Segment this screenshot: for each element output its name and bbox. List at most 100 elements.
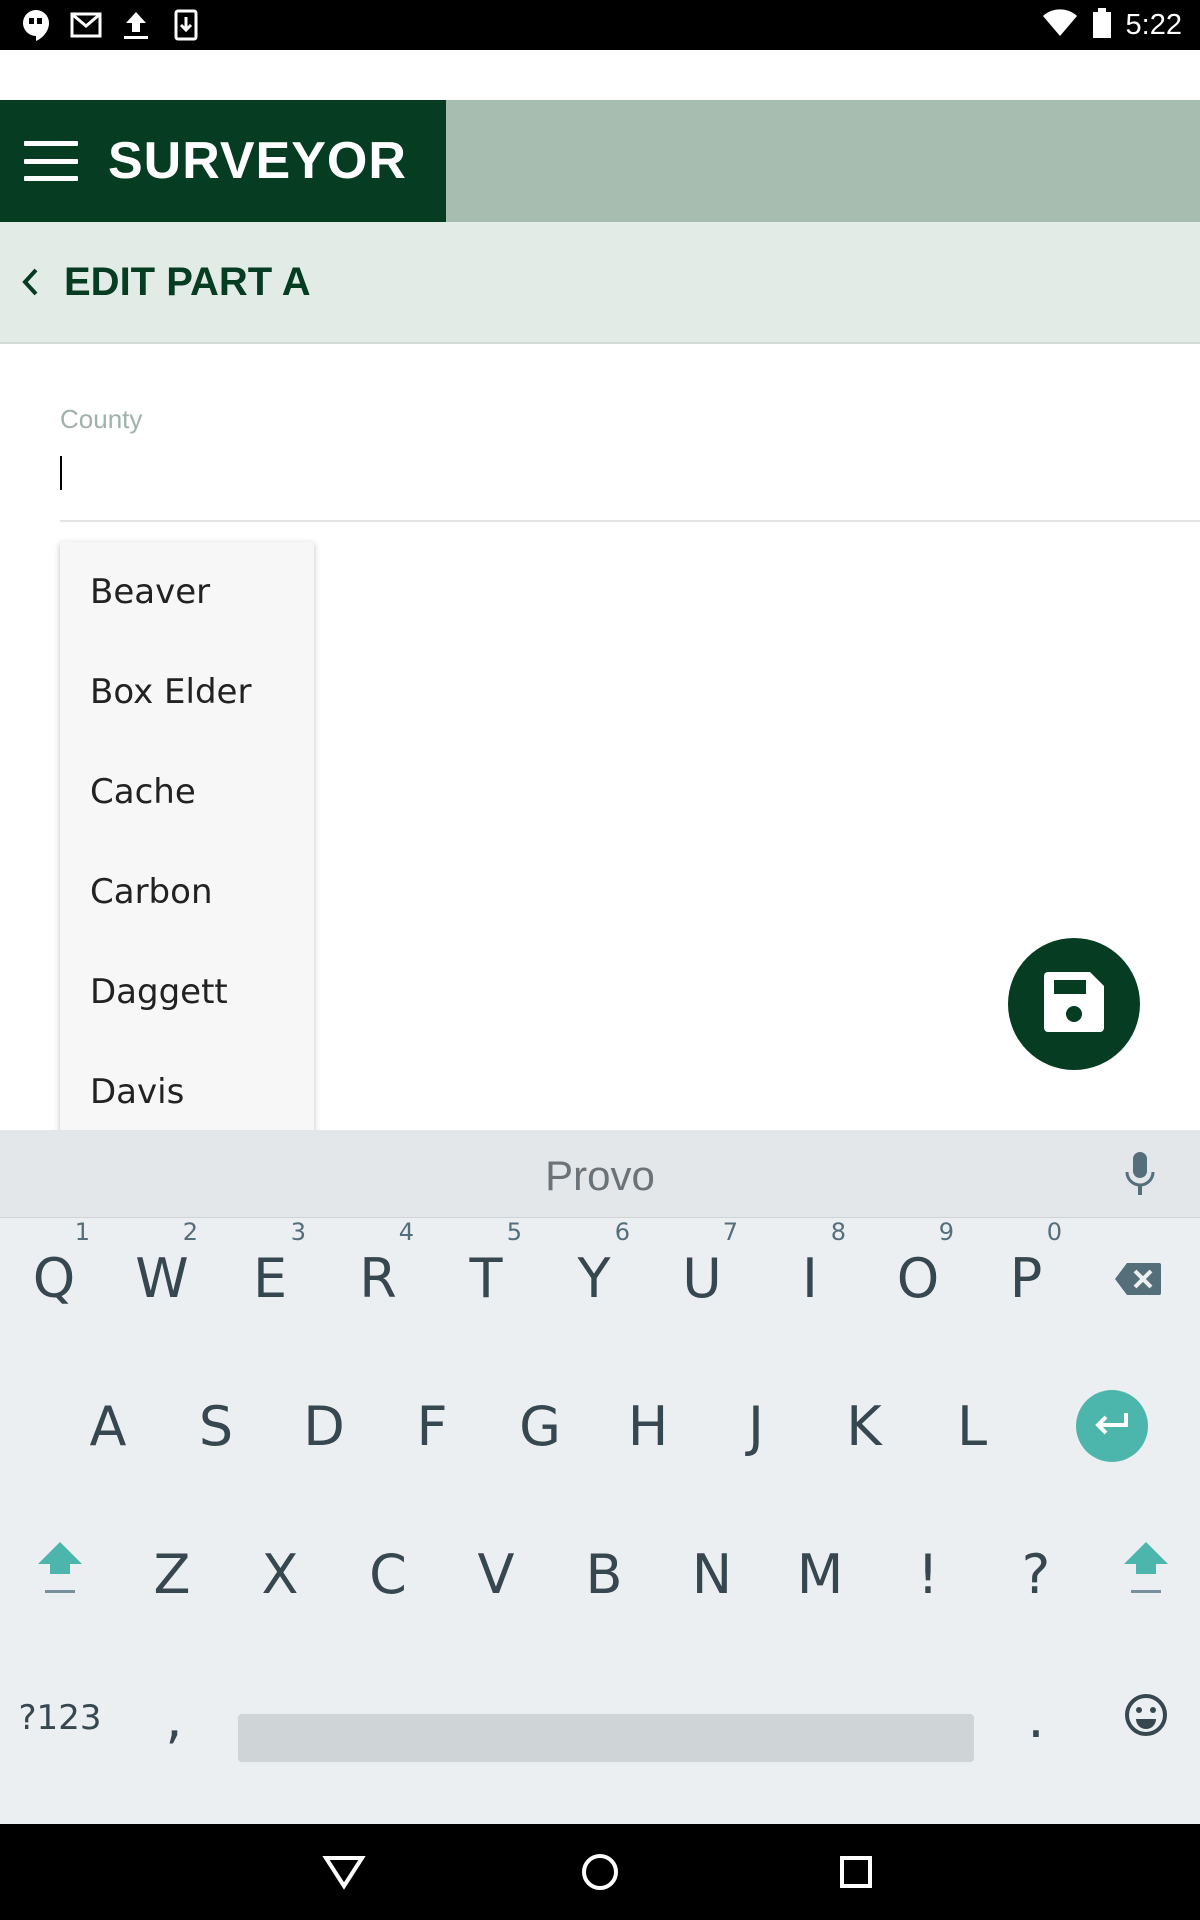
key-y[interactable]: Y6 <box>540 1218 648 1338</box>
key-a[interactable]: A <box>54 1366 162 1486</box>
enter-key[interactable] <box>1076 1390 1148 1462</box>
key-m[interactable]: M <box>766 1514 874 1634</box>
key-exclamation[interactable]: ! <box>874 1514 982 1634</box>
key-g[interactable]: G <box>486 1366 594 1486</box>
back-triangle-icon[interactable] <box>320 1848 368 1896</box>
key-s[interactable]: S <box>162 1366 270 1486</box>
upload-icon <box>118 8 154 42</box>
microphone-icon[interactable] <box>1120 1150 1160 1198</box>
key-i[interactable]: I8 <box>756 1218 864 1338</box>
county-input[interactable] <box>60 442 1200 522</box>
key-f[interactable]: F <box>378 1366 486 1486</box>
key-c[interactable]: C <box>334 1514 442 1634</box>
app-title: SURVEYOR <box>108 132 407 190</box>
key-p[interactable]: P0 <box>972 1218 1080 1338</box>
suggestion-bar: Provo <box>0 1130 1200 1218</box>
key-label: O <box>896 1246 940 1310</box>
home-circle-icon[interactable] <box>576 1848 624 1896</box>
status-bar: 5:22 <box>0 0 1200 50</box>
app-bar-brand: SURVEYOR <box>0 100 446 222</box>
key-r[interactable]: R4 <box>324 1218 432 1338</box>
key-label: U <box>682 1246 722 1310</box>
shift-key-left[interactable] <box>6 1514 114 1634</box>
key-label: I <box>802 1246 818 1310</box>
text-cursor <box>60 456 62 490</box>
key-hint: 2 <box>182 1218 198 1246</box>
key-label: W <box>135 1246 189 1310</box>
shift-key-right[interactable] <box>1092 1514 1200 1634</box>
key-question[interactable]: ? <box>982 1514 1090 1634</box>
dropdown-option[interactable]: Box Elder <box>60 642 314 742</box>
wifi-icon <box>1042 9 1078 42</box>
dropdown-option[interactable]: Beaver <box>60 542 314 642</box>
recents-square-icon[interactable] <box>832 1848 880 1896</box>
dropdown-option[interactable]: Daggett <box>60 942 314 1042</box>
key-hint: 1 <box>74 1218 90 1246</box>
key-hint: 4 <box>398 1218 414 1246</box>
key-hint: 3 <box>290 1218 306 1246</box>
battery-icon <box>1092 8 1112 43</box>
key-label: T <box>469 1246 503 1310</box>
key-label: P <box>1009 1246 1043 1310</box>
app-bar: SURVEYOR <box>0 100 1200 222</box>
key-hint: 5 <box>506 1218 522 1246</box>
key-label: Y <box>577 1246 611 1310</box>
page-header: EDIT PART A <box>0 222 1200 344</box>
backspace-key[interactable] <box>1084 1218 1192 1338</box>
dropdown-option[interactable]: Carbon <box>60 842 314 942</box>
emoji-key[interactable] <box>1092 1658 1200 1778</box>
key-n[interactable]: N <box>658 1514 766 1634</box>
key-label: Q <box>32 1246 76 1310</box>
key-hint: 9 <box>938 1218 954 1246</box>
suggestion-word[interactable]: Provo <box>0 1152 1200 1200</box>
space-key[interactable] <box>238 1714 974 1762</box>
hangouts-icon <box>18 8 54 42</box>
key-z[interactable]: Z <box>118 1514 226 1634</box>
keyboard-row-2: A S D F G H J K L <box>0 1366 1200 1506</box>
period-key[interactable]: . <box>982 1658 1090 1778</box>
key-o[interactable]: O9 <box>864 1218 972 1338</box>
key-w[interactable]: W2 <box>108 1218 216 1338</box>
save-button[interactable] <box>1008 938 1140 1070</box>
shift-icon <box>35 1538 85 1611</box>
page-title: EDIT PART A <box>64 259 311 304</box>
save-icon <box>1042 970 1106 1039</box>
spacer <box>0 50 1200 100</box>
key-j[interactable]: J <box>702 1366 810 1486</box>
key-label: R <box>359 1246 397 1310</box>
system-icons: 5:22 <box>1042 8 1182 43</box>
menu-icon[interactable] <box>24 141 78 181</box>
key-hint: 8 <box>830 1218 846 1246</box>
chevron-left-icon[interactable] <box>20 262 44 302</box>
keyboard-row-1: Q1 W2 E3 R4 T5 Y6 U7 I8 O9 P0 <box>0 1218 1200 1358</box>
gmail-icon <box>68 8 104 42</box>
dropdown-option[interactable]: Davis <box>60 1042 314 1130</box>
dropdown-option[interactable]: Cache <box>60 742 314 842</box>
navigation-bar <box>0 1824 1200 1920</box>
key-x[interactable]: X <box>226 1514 334 1634</box>
shift-icon <box>1121 1538 1171 1611</box>
comma-key[interactable]: , <box>120 1658 228 1778</box>
notification-icons <box>18 8 204 42</box>
key-l[interactable]: L <box>918 1366 1026 1486</box>
key-hint: 6 <box>614 1218 630 1246</box>
key-b[interactable]: B <box>550 1514 658 1634</box>
key-label: E <box>252 1246 288 1310</box>
keyboard: Q1 W2 E3 R4 T5 Y6 U7 I8 O9 P0 A S D F G … <box>0 1218 1200 1824</box>
enter-icon <box>1092 1409 1132 1444</box>
key-e[interactable]: E3 <box>216 1218 324 1338</box>
key-q[interactable]: Q1 <box>0 1218 108 1338</box>
key-k[interactable]: K <box>810 1366 918 1486</box>
key-d[interactable]: D <box>270 1366 378 1486</box>
backspace-icon <box>1113 1247 1163 1310</box>
symbols-key[interactable]: ?123 <box>6 1658 114 1778</box>
county-dropdown: Beaver Box Elder Cache Carbon Daggett Da… <box>60 542 314 1130</box>
county-label: County <box>60 404 143 434</box>
key-h[interactable]: H <box>594 1366 702 1486</box>
key-v[interactable]: V <box>442 1514 550 1634</box>
download-icon <box>168 8 204 42</box>
key-t[interactable]: T5 <box>432 1218 540 1338</box>
clock: 5:22 <box>1125 9 1182 41</box>
key-u[interactable]: U7 <box>648 1218 756 1338</box>
key-hint: 7 <box>722 1218 738 1246</box>
